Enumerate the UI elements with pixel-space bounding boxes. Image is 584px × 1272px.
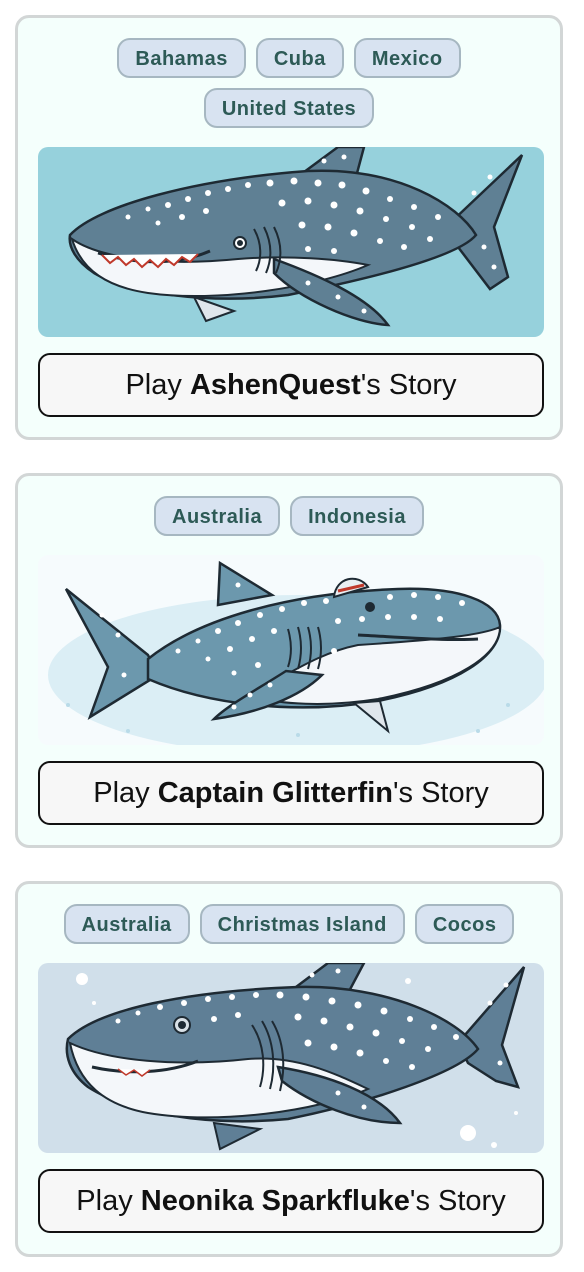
country-tag-united-states[interactable]: United States <box>203 88 375 128</box>
country-tags: Bahamas Cuba Mexico United States <box>18 38 560 128</box>
country-tag-australia[interactable]: Australia <box>154 496 281 536</box>
play-story-button[interactable]: Play Captain Glitterfin's Story <box>38 761 544 825</box>
play-suffix: 's Story <box>360 369 457 401</box>
country-tag-bahamas[interactable]: Bahamas <box>117 38 246 78</box>
shark-name: Captain Glitterfin <box>157 777 393 809</box>
play-prefix: Play <box>125 369 190 401</box>
country-tag-cocos[interactable]: Cocos <box>414 904 515 944</box>
play-story-button[interactable]: Play AshenQuest's Story <box>38 353 544 417</box>
play-suffix: 's Story <box>392 777 489 809</box>
shark-card-3: Australia Christmas Island Cocos Play Ne… <box>15 881 563 1257</box>
country-tag-christmas-island[interactable]: Christmas Island <box>199 904 405 944</box>
shark-name: AshenQuest <box>189 369 361 401</box>
play-suffix: 's Story <box>409 1185 506 1217</box>
country-tag-australia[interactable]: Australia <box>63 904 190 944</box>
country-tag-indonesia[interactable]: Indonesia <box>290 496 424 536</box>
country-tag-mexico[interactable]: Mexico <box>353 38 461 78</box>
play-prefix: Play <box>76 1185 141 1217</box>
shark-name: Neonika Sparkfluke <box>140 1185 410 1217</box>
whale-shark-illustration <box>38 963 544 1153</box>
play-story-button[interactable]: Play Neonika Sparkfluke's Story <box>38 1169 544 1233</box>
whale-shark-illustration <box>38 147 544 337</box>
country-tags: Australia Christmas Island Cocos <box>18 904 560 944</box>
country-tag-cuba[interactable]: Cuba <box>255 38 344 78</box>
whale-shark-illustration <box>38 555 544 745</box>
country-tags: Australia Indonesia <box>18 496 560 536</box>
shark-card-2: Australia Indonesia Play Captain Glitter… <box>15 473 563 848</box>
shark-card-1: Bahamas Cuba Mexico United States Play A… <box>15 15 563 440</box>
play-prefix: Play <box>93 777 158 809</box>
